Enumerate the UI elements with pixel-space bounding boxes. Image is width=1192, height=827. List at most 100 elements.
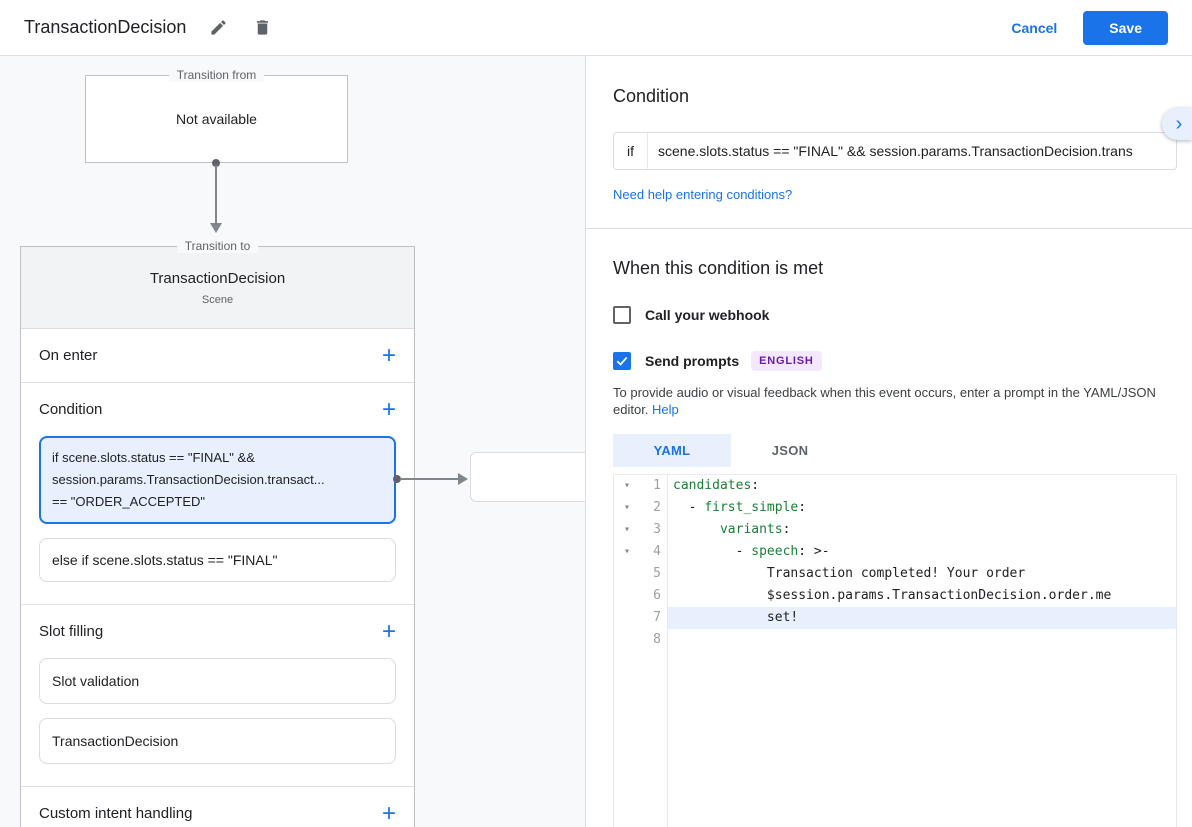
fold-cell-empty bbox=[614, 585, 640, 607]
code-token bbox=[673, 522, 720, 537]
condition-card-else[interactable]: else if scene.slots.status == "FINAL" bbox=[39, 538, 396, 582]
section-condition: Condition + bbox=[21, 383, 414, 436]
panel-title: Condition bbox=[613, 86, 1177, 107]
line-number: 6 bbox=[640, 585, 661, 607]
webhook-label: Call your webhook bbox=[645, 307, 769, 323]
code-token: first_simple bbox=[704, 500, 798, 515]
header-actions: Cancel Save bbox=[1011, 11, 1168, 45]
collapse-panel-button[interactable]: › bbox=[1162, 108, 1192, 140]
send-prompts-label: Send prompts bbox=[645, 353, 739, 369]
fold-cell-empty bbox=[614, 607, 640, 629]
transition-to-label: Transition to bbox=[177, 239, 259, 253]
code-token: set! bbox=[673, 610, 798, 625]
condition-target-node[interactable] bbox=[470, 452, 585, 502]
slot-validation-card[interactable]: Slot validation bbox=[39, 658, 396, 704]
code-line[interactable]: candidates: bbox=[668, 475, 1176, 497]
on-enter-label: On enter bbox=[39, 347, 97, 364]
section-custom-intent: Custom intent handling + bbox=[21, 787, 414, 827]
line-numbers: 12345678 bbox=[640, 475, 668, 827]
arrow-down-icon bbox=[210, 223, 222, 233]
delete-scene-button[interactable] bbox=[250, 16, 274, 40]
fold-cell-empty bbox=[614, 629, 640, 651]
tab-yaml[interactable]: YAML bbox=[613, 434, 731, 467]
condition-label: Condition bbox=[39, 401, 102, 418]
panel-divider bbox=[586, 228, 1192, 229]
condition-panel: Condition › if Need help entering condit… bbox=[585, 56, 1192, 827]
condition-card-selected[interactable]: if scene.slots.status == "FINAL" && sess… bbox=[39, 436, 396, 524]
editor-tabs: YAML JSON bbox=[613, 434, 1177, 467]
code-line[interactable]: Transaction completed! Your order bbox=[668, 563, 1176, 585]
language-badge: ENGLISH bbox=[751, 351, 822, 371]
fold-cell-empty bbox=[614, 563, 640, 585]
prompt-description-text: To provide audio or visual feedback when… bbox=[613, 385, 1156, 417]
if-label: if bbox=[614, 133, 648, 169]
code-line[interactable]: - speech: >- bbox=[668, 541, 1176, 563]
slot-card-label: TransactionDecision bbox=[52, 731, 383, 751]
line-number: 2 bbox=[640, 497, 661, 519]
transition-from-value: Not available bbox=[86, 76, 347, 162]
condition-help-link[interactable]: Need help entering conditions? bbox=[613, 187, 792, 202]
line-number: 5 bbox=[640, 563, 661, 585]
add-on-enter-button[interactable]: + bbox=[382, 346, 396, 366]
code-token: variants bbox=[720, 522, 783, 537]
cancel-button[interactable]: Cancel bbox=[1011, 20, 1057, 36]
code-token: - bbox=[673, 500, 704, 515]
transition-from-box[interactable]: Transition from Not available bbox=[85, 75, 348, 163]
custom-intent-label: Custom intent handling bbox=[39, 805, 192, 822]
pencil-icon bbox=[209, 18, 228, 37]
main-content: Transition from Not available Transition… bbox=[0, 56, 1192, 827]
code-token: : bbox=[751, 478, 759, 493]
edit-title-button[interactable] bbox=[206, 16, 230, 40]
transition-from-label: Transition from bbox=[169, 68, 265, 82]
condition-expression-input[interactable] bbox=[648, 133, 1176, 169]
code-lines: candidates: - first_simple: variants: - … bbox=[668, 475, 1176, 827]
code-line[interactable] bbox=[668, 629, 1176, 651]
save-button[interactable]: Save bbox=[1083, 11, 1168, 45]
send-prompts-checkbox[interactable] bbox=[613, 352, 631, 370]
arrow-right-icon bbox=[458, 473, 468, 485]
line-number: 4 bbox=[640, 541, 661, 563]
code-token: $session.params.TransactionDecision.orde… bbox=[673, 588, 1111, 603]
code-token: candidates bbox=[673, 478, 751, 493]
condition-card-line: if scene.slots.status == "FINAL" && bbox=[52, 447, 383, 469]
line-number: 3 bbox=[640, 519, 661, 541]
code-line[interactable]: $session.params.TransactionDecision.orde… bbox=[668, 585, 1176, 607]
add-slot-button[interactable]: + bbox=[382, 622, 396, 642]
line-number: 7 bbox=[640, 607, 661, 629]
connector-line-horizontal bbox=[400, 478, 459, 480]
page-title: TransactionDecision bbox=[24, 17, 186, 38]
when-condition-met-title: When this condition is met bbox=[613, 258, 1177, 279]
scene-subtitle: Scene bbox=[202, 294, 233, 306]
code-line[interactable]: set! bbox=[668, 607, 1176, 629]
code-token: Transaction completed! Your order bbox=[673, 566, 1025, 581]
code-token: - bbox=[673, 544, 751, 559]
help-link[interactable]: Help bbox=[652, 402, 679, 417]
add-custom-intent-button[interactable]: + bbox=[382, 804, 396, 824]
code-line[interactable]: - first_simple: bbox=[668, 497, 1176, 519]
fold-gutter: ▾▾▾▾ bbox=[614, 475, 640, 827]
fold-arrow-icon[interactable]: ▾ bbox=[614, 541, 640, 563]
send-prompts-row: Send prompts ENGLISH bbox=[613, 351, 1177, 371]
transition-to-box: Transition to TransactionDecision Scene … bbox=[20, 246, 415, 827]
fold-arrow-icon[interactable]: ▾ bbox=[614, 475, 640, 497]
section-on-enter: On enter + bbox=[21, 329, 414, 382]
scene-header[interactable]: TransactionDecision Scene bbox=[21, 247, 414, 329]
fold-arrow-icon[interactable]: ▾ bbox=[614, 497, 640, 519]
yaml-editor[interactable]: ▾▾▾▾ 12345678 candidates: - first_simple… bbox=[613, 474, 1177, 827]
prompt-description: To provide audio or visual feedback when… bbox=[613, 384, 1173, 418]
slot-card-label: Slot validation bbox=[52, 671, 383, 691]
condition-expression-row: if bbox=[613, 132, 1177, 170]
code-line[interactable]: variants: bbox=[668, 519, 1176, 541]
add-condition-button[interactable]: + bbox=[382, 400, 396, 420]
slot-transaction-card[interactable]: TransactionDecision bbox=[39, 718, 396, 764]
webhook-checkbox[interactable] bbox=[613, 306, 631, 324]
fold-arrow-icon[interactable]: ▾ bbox=[614, 519, 640, 541]
code-token: speech bbox=[751, 544, 798, 559]
check-icon bbox=[615, 354, 629, 368]
section-slot-filling: Slot filling + bbox=[21, 605, 414, 658]
condition-card-line: else if scene.slots.status == "FINAL" bbox=[52, 549, 383, 571]
webhook-row: Call your webhook bbox=[613, 306, 1177, 324]
condition-card-line: == "ORDER_ACCEPTED" bbox=[52, 491, 383, 513]
code-token: : bbox=[798, 500, 806, 515]
tab-json[interactable]: JSON bbox=[731, 434, 849, 467]
